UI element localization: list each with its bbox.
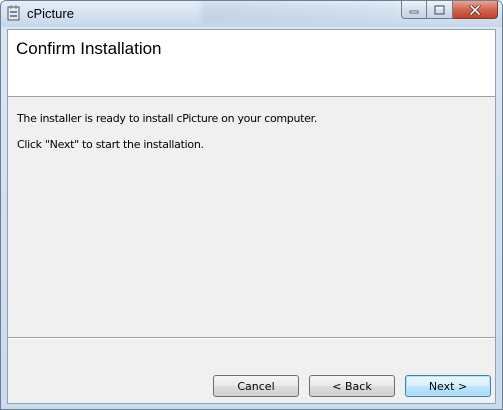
page-title: Confirm Installation [16,39,162,58]
close-icon [469,4,481,15]
ready-message: The installer is ready to install cPictu… [17,112,318,125]
cancel-button[interactable]: Cancel [213,375,299,397]
installer-window: cPicture Confirm Installation The instal… [0,0,503,410]
back-button[interactable]: < Back [309,375,395,397]
title-bar-background-blur [201,1,396,23]
caption-buttons [401,1,498,19]
instruction-message: Click "Next" to start the installation. [17,138,204,151]
header-banner: Confirm Installation [8,30,495,97]
next-button[interactable]: Next > [405,375,491,397]
window-title: cPicture [27,6,74,21]
installer-app-icon [7,5,20,21]
dialog-client-area: Confirm Installation The installer is re… [7,29,496,404]
footer-divider [8,337,495,339]
minimize-button[interactable] [401,1,427,19]
close-button[interactable] [453,1,498,19]
title-bar[interactable]: cPicture [1,1,502,27]
maximize-button[interactable] [427,1,453,19]
minimize-icon [409,10,419,13]
maximize-icon [434,5,445,14]
